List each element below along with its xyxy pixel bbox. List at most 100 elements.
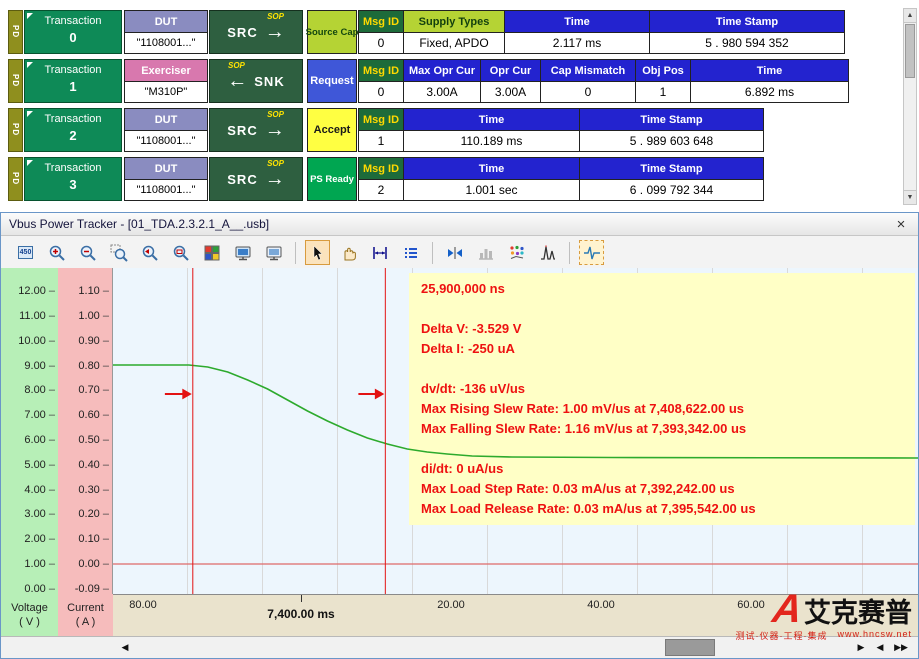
pd-tab[interactable]: PD — [8, 108, 23, 152]
scroll-left-button[interactable]: ◀ — [115, 638, 135, 657]
field-header: Time Stamp — [650, 11, 844, 33]
transaction-row: PD Transaction 2 DUT "1108001..." SOP SR… — [8, 108, 764, 152]
waveform-plot[interactable]: 25,900,000 nsDelta V: -3.529 VDelta I: -… — [113, 268, 918, 594]
fields: Msg ID 0 Supply Types Fixed, APDO Time 2… — [359, 10, 845, 54]
transaction-list: PD Transaction 0 DUT "1108001..." SOP SR… — [0, 0, 919, 212]
message-type-badge[interactable]: PS Ready — [307, 157, 357, 201]
x-axis-label: 20.00 — [437, 599, 465, 611]
field-cap-mismatch[interactable]: Cap Mismatch 0 — [540, 59, 636, 103]
pd-tab[interactable]: PD — [8, 10, 23, 54]
pan-hand-icon — [340, 244, 358, 262]
voltage-axis-title-line1: Voltage — [11, 601, 48, 615]
transaction-number: 2 — [25, 128, 121, 143]
scrollbar-thumb[interactable] — [905, 24, 915, 78]
transaction-block[interactable]: Transaction 1 — [24, 59, 122, 103]
pan-hand-button[interactable] — [336, 240, 361, 265]
goto-cursor-button[interactable] — [442, 240, 467, 265]
scroll-up-button[interactable]: ▲ — [904, 9, 916, 23]
statistics-button[interactable] — [473, 240, 498, 265]
current-ticks: 1.101.000.900.800.700.600.500.400.300.20… — [58, 279, 109, 601]
direction-label: SRC — [227, 25, 257, 40]
transaction-block[interactable]: Transaction 0 — [24, 10, 122, 54]
jump-end-button[interactable]: ▶▶ — [889, 638, 913, 657]
message-type-badge[interactable]: Source Cap — [307, 10, 357, 54]
field-time[interactable]: Time 110.189 ms — [403, 108, 580, 152]
sop-label: SOP — [228, 61, 245, 70]
fields: Msg ID 2 Time 1.001 sec Time Stamp 6 . 0… — [359, 157, 764, 201]
transaction-label: Transaction — [25, 64, 121, 76]
pd-tab[interactable]: PD — [8, 59, 23, 103]
cursor-2-arrow-icon — [358, 390, 383, 399]
transaction-block[interactable]: Transaction 2 — [24, 108, 122, 152]
x-axis-label: 80.00 — [129, 599, 157, 611]
field-value: 2.117 ms — [505, 33, 649, 53]
device-value: "M310P" — [125, 82, 207, 102]
direction-block[interactable]: SOP SRC → — [209, 10, 303, 54]
zoom-in-button[interactable] — [44, 240, 69, 265]
device-header: DUT — [125, 158, 207, 180]
scrollbar-thumb[interactable] — [665, 639, 715, 656]
window-title: Vbus Power Tracker - [01_TDA.2.3.2.1_A__… — [9, 217, 269, 231]
scroll-right-button[interactable]: ▶ — [851, 638, 871, 657]
screen-capture-icon — [234, 244, 252, 262]
field-msg-id[interactable]: Msg ID 1 — [358, 108, 404, 152]
field-msg-id[interactable]: Msg ID 2 — [358, 157, 404, 201]
zoom-region-button[interactable] — [106, 240, 131, 265]
device-block[interactable]: Exerciser "M310P" — [124, 59, 208, 103]
direction-block[interactable]: SOP SRC → — [209, 157, 303, 201]
select-cursor-button[interactable] — [305, 240, 330, 265]
page-left-button[interactable]: ◀ — [873, 638, 887, 657]
field-max-opr-cur[interactable]: Max Opr Cur 3.00A — [403, 59, 481, 103]
field-msg-id[interactable]: Msg ID 0 — [358, 59, 404, 103]
field-opr-cur[interactable]: Opr Cur 3.00A — [480, 59, 541, 103]
transaction-block[interactable]: Transaction 3 — [24, 157, 122, 201]
message-type-badge[interactable]: Accept — [307, 108, 357, 152]
transaction-number: 0 — [25, 30, 121, 45]
filter-button[interactable] — [504, 240, 529, 265]
field-supply-types[interactable]: Supply Types Fixed, APDO — [403, 10, 505, 54]
x-axis-footer: Voltage ( V ) Current ( A ) 80.00 7,400.… — [1, 594, 918, 636]
measure-button[interactable] — [367, 240, 392, 265]
pd-tab-label: PD — [11, 74, 20, 87]
field-time-stamp[interactable]: Time Stamp 5 . 989 603 648 — [579, 108, 764, 152]
x-axis-major-tick — [301, 595, 302, 602]
display-settings-button[interactable] — [199, 240, 224, 265]
waveform-overlay-button[interactable] — [579, 240, 604, 265]
transaction-list-scrollbar[interactable]: ▲ ▼ — [903, 8, 917, 205]
scroll-down-button[interactable]: ▼ — [904, 190, 916, 204]
field-msg-id[interactable]: Msg ID 0 — [358, 10, 404, 54]
report-list-button[interactable] — [398, 240, 423, 265]
device-value: "1108001..." — [125, 131, 207, 151]
direction-block[interactable]: SOP SRC → — [209, 108, 303, 152]
sop-label: SOP — [267, 110, 284, 119]
field-header: Msg ID — [359, 158, 403, 180]
zoom-fit-button[interactable] — [168, 240, 193, 265]
transaction-label: Transaction — [25, 162, 121, 174]
field-time[interactable]: Time 1.001 sec — [403, 157, 580, 201]
transaction-row: PD Transaction 1 Exerciser "M310P" SOP ←… — [8, 59, 849, 103]
screen-capture-button[interactable] — [230, 240, 255, 265]
field-time[interactable]: Time 6.892 ms — [690, 59, 849, 103]
monitor-button[interactable] — [261, 240, 286, 265]
transaction-number: 1 — [25, 79, 121, 94]
field-time-stamp[interactable]: Time Stamp 5 . 980 594 352 — [649, 10, 845, 54]
device-block[interactable]: DUT "1108001..." — [124, 108, 208, 152]
pd-tab[interactable]: PD — [8, 157, 23, 201]
direction-block[interactable]: SOP ← SNK — [209, 59, 303, 103]
message-type-badge[interactable]: Request — [307, 59, 357, 103]
field-value: 2 — [359, 180, 403, 200]
window-titlebar[interactable]: Vbus Power Tracker - [01_TDA.2.3.2.1_A__… — [1, 213, 918, 236]
direction-label: SNK — [254, 74, 284, 89]
zoom-previous-button[interactable] — [137, 240, 162, 265]
field-time-stamp[interactable]: Time Stamp 6 . 099 792 344 — [579, 157, 764, 201]
scale-450-button[interactable]: 450 — [13, 240, 38, 265]
field-obj-pos[interactable]: Obj Pos 1 — [635, 59, 691, 103]
chart-horizontal-scrollbar[interactable]: ◀ ▶ ◀ ▶▶ — [1, 636, 918, 658]
close-icon[interactable]: × — [892, 216, 910, 233]
field-time[interactable]: Time 2.117 ms — [504, 10, 650, 54]
device-block[interactable]: DUT "1108001..." — [124, 10, 208, 54]
spectrum-button[interactable] — [535, 240, 560, 265]
device-block[interactable]: DUT "1108001..." — [124, 157, 208, 201]
field-header: Time — [404, 109, 579, 131]
zoom-out-button[interactable] — [75, 240, 100, 265]
